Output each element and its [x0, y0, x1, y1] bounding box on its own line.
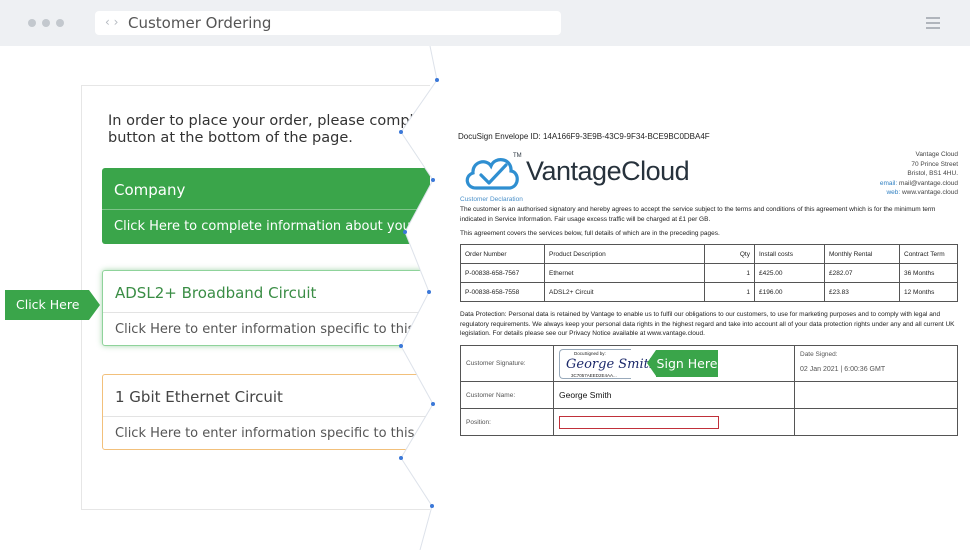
brand-name: VantageCloud	[526, 156, 690, 186]
section-link-ethernet[interactable]: Click Here to enter information specific…	[115, 426, 440, 441]
customer-name-value: George Smith	[553, 381, 795, 409]
form-intro: In order to place your order, please com…	[108, 113, 441, 147]
table-cell: 12 Months	[899, 282, 958, 302]
empty-cell	[794, 381, 958, 409]
customer-name-label: Customer Name:	[460, 381, 554, 409]
date-signed-label: Date Signed:	[800, 351, 838, 358]
window-dot-minimize[interactable]	[42, 19, 50, 27]
section-title-adsl: ADSL2+ Broadband Circuit	[115, 284, 317, 302]
hamburger-menu-icon[interactable]	[926, 17, 940, 32]
declaration-heading: Customer Declaration	[460, 196, 523, 203]
envelope-id: DocuSign Envelope ID: 14A166F9-3E9B-43C9…	[458, 132, 710, 141]
date-signed-cell: Date Signed: 02 Jan 2021 | 6:00:36 GMT	[794, 345, 958, 382]
form-intro-line-2: button at the bottom of the page.	[108, 130, 353, 146]
docusigned-by-label: DocuSigned by:	[574, 350, 606, 356]
vendor-email[interactable]: mail@vantage.cloud	[899, 180, 958, 187]
table-cell: 36 Months	[899, 263, 958, 283]
vendor-web-label: web:	[886, 189, 901, 196]
data-protection-text: Data Protection: Personal data is retain…	[460, 311, 955, 337]
click-here-callout: Click Here	[5, 290, 100, 320]
table-header: Order Number	[460, 244, 545, 264]
signature-label: Customer Signature:	[460, 345, 554, 382]
section-card-adsl[interactable]: ADSL2+ Broadband Circuit Click Here to e…	[102, 270, 440, 346]
section-title-ethernet: 1 Gbit Ethernet Circuit	[115, 388, 283, 406]
table-cell: £425.00	[754, 263, 825, 283]
declaration-text: The customer is an authorised signatory …	[460, 206, 936, 223]
table-header: Product Description	[544, 244, 705, 264]
signature-id: 3C7057AEED2E4AA...	[571, 372, 617, 378]
handwritten-signature: George Smith	[566, 356, 658, 372]
table-header-row: Order Number Product Description Qty Ins…	[460, 244, 958, 264]
table-header: Monthly Rental	[824, 244, 900, 264]
table-cell: £23.83	[824, 282, 900, 302]
card-divider	[103, 416, 440, 417]
table-cell: 1	[704, 263, 755, 283]
sign-here-callout: Sign Here	[647, 350, 718, 377]
section-card-ethernet[interactable]: 1 Gbit Ethernet Circuit Click Here to en…	[102, 374, 440, 450]
table-cell: 1	[704, 282, 755, 302]
vendor-city: Bristol, BS1 4HU.	[907, 170, 958, 177]
customer-name-row: Customer Name: George Smith	[460, 381, 958, 409]
date-signed-value: 02 Jan 2021 | 6:00:36 GMT	[800, 366, 886, 373]
position-cell	[553, 408, 795, 436]
nav-arrows-icon[interactable]: ‹ ›	[105, 15, 118, 29]
position-row: Position:	[460, 408, 958, 436]
table-cell: P-00838-658-7567	[460, 263, 545, 283]
section-card-company[interactable]: Company Click Here to complete informati…	[102, 168, 440, 244]
vendor-name: Vantage Cloud	[915, 151, 958, 158]
table-cell: Ethernet	[544, 263, 705, 283]
window-dot-close[interactable]	[28, 19, 36, 27]
section-title-company: Company	[114, 181, 186, 199]
window-controls[interactable]	[28, 19, 64, 27]
position-label: Position:	[460, 408, 554, 436]
table-header: Install costs	[754, 244, 825, 264]
table-row: P-00838-658-7558 ADSL2+ Circuit 1 £196.0…	[460, 282, 958, 302]
covers-text: This agreement covers the services below…	[460, 230, 720, 237]
table-row: P-00838-658-7567 Ethernet 1 £425.00 £282…	[460, 263, 958, 283]
vendor-email-label: email:	[879, 179, 898, 187]
orders-table: Order Number Product Description Qty Ins…	[460, 244, 958, 302]
table-header: Contract Term	[899, 244, 958, 264]
card-divider	[102, 209, 440, 210]
vendor-street: 70 Prince Street	[911, 160, 958, 168]
address-bar[interactable]: ‹ › Customer Ordering	[95, 11, 561, 35]
table-header: Qty	[704, 244, 755, 264]
window-dot-maximize[interactable]	[56, 19, 64, 27]
browser-toolbar: ‹ › Customer Ordering	[0, 0, 970, 46]
table-cell: £282.07	[824, 263, 900, 283]
card-divider	[103, 312, 440, 313]
table-cell: ADSL2+ Circuit	[544, 282, 705, 302]
brand-trademark: TM	[513, 153, 522, 159]
empty-cell	[794, 408, 958, 436]
order-form-panel: In order to place your order, please com…	[81, 85, 441, 510]
window-title: Customer Ordering	[128, 14, 272, 32]
table-cell: £196.00	[754, 282, 825, 302]
position-input[interactable]	[559, 415, 719, 429]
vendor-address: Vantage Cloud 70 Prince Street Bristol, …	[818, 150, 958, 198]
form-intro-line-1: In order to place your order, please com…	[108, 113, 441, 129]
contract-document: DocuSign Envelope ID: 14A166F9-3E9B-43C9…	[430, 46, 970, 550]
section-link-company[interactable]: Click Here to complete information about…	[114, 219, 440, 234]
section-link-adsl[interactable]: Click Here to enter information specific…	[115, 322, 440, 337]
vendor-web[interactable]: www.vantage.cloud	[902, 189, 958, 196]
table-cell: P-00838-658-7558	[460, 282, 545, 302]
docusign-signature[interactable]: DocuSigned by: George Smith 3C7057AEED2E…	[559, 348, 657, 379]
